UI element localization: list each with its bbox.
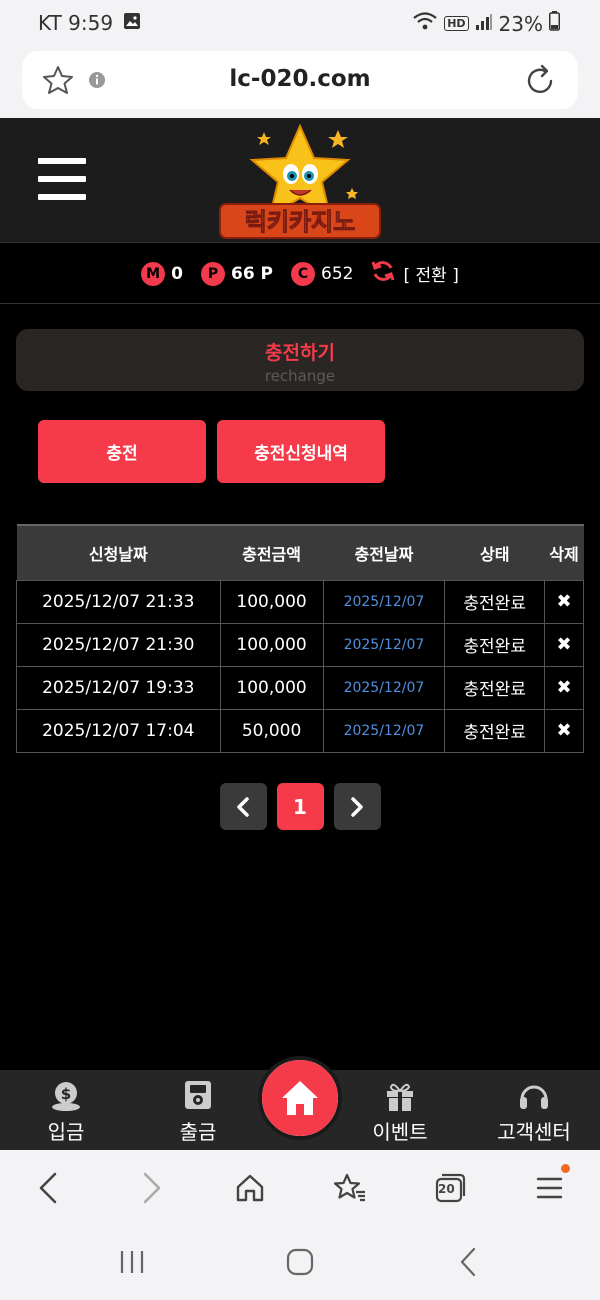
charge-history-button[interactable]: 충전신청내역 [217, 420, 385, 483]
cell-status: 충전완료 [444, 665, 546, 710]
url-text[interactable]: lc-020.com [22, 66, 578, 92]
table-row: 2025/12/07 21:30 100,000 2025/12/07 충전완료… [16, 622, 584, 667]
svg-text:$: $ [61, 1085, 71, 1103]
nav-support-label: 고객센터 [497, 1120, 571, 1144]
next-page-button[interactable] [333, 783, 381, 830]
coin-value: 652 [321, 263, 354, 284]
table-row: 2025/12/07 21:33 100,000 2025/12/07 충전완료… [16, 579, 584, 624]
section-title-box: 충전하기 rechange [16, 329, 584, 391]
cell-status: 충전완료 [444, 622, 546, 667]
system-navigation-bar [0, 1225, 600, 1300]
money-bag-icon: $ [6, 1076, 126, 1116]
coin-balance: C 652 [291, 261, 354, 286]
page-subtitle: rechange [264, 367, 336, 385]
system-back-icon[interactable] [458, 1247, 478, 1281]
coin-badge: C [291, 261, 316, 286]
point-badge: P [200, 261, 225, 286]
browser-bottom-toolbar: 20 [0, 1150, 600, 1225]
page-button-current[interactable]: 1 [276, 783, 324, 830]
chevron-left-icon [237, 796, 249, 817]
cell-amount: 100,000 [219, 622, 324, 667]
cell-request-date: 2025/12/07 21:30 [16, 622, 221, 667]
header-amount: 충전금액 [242, 544, 301, 564]
recent-apps-icon[interactable] [118, 1249, 146, 1279]
system-home-icon[interactable] [286, 1248, 314, 1280]
signal-icon [475, 12, 493, 36]
bookmarks-icon[interactable] [330, 1168, 370, 1208]
tabs-icon[interactable]: 20 [430, 1168, 470, 1208]
money-balance: M 0 [141, 261, 183, 286]
header-delete: 삭제 [549, 544, 579, 564]
cell-amount: 100,000 [219, 665, 324, 710]
cell-amount: 50,000 [219, 708, 324, 753]
prev-page-button[interactable] [219, 783, 267, 830]
charge-history-table: 신청날짜 충전금액 충전날짜 상태 삭제 2025/12/07 21:33 10… [16, 524, 584, 753]
cell-status: 충전완료 [444, 579, 546, 624]
gallery-icon [123, 11, 141, 35]
pagination: 1 [0, 783, 600, 830]
convert-link[interactable]: [ 전환 ] [403, 261, 458, 286]
cell-status: 충전완료 [444, 708, 546, 753]
cell-amount: 100,000 [219, 579, 324, 624]
table-row: 2025/12/07 17:04 50,000 2025/12/07 충전완료 … [16, 708, 584, 753]
menu-hamburger-icon[interactable] [38, 158, 86, 200]
cell-charge-date: 2025/12/07 [322, 622, 446, 667]
point-value: 66 P [230, 263, 274, 284]
nav-event-label: 이벤트 [372, 1120, 428, 1144]
wifi-icon [412, 11, 438, 36]
battery-level: 23% [498, 11, 543, 36]
site-logo[interactable]: 럭키카지노 [218, 122, 383, 240]
address-bar[interactable]: lc-020.com [22, 51, 578, 109]
refresh-icon[interactable] [371, 259, 395, 288]
hd-icon: HD [444, 16, 469, 31]
nav-withdraw-label: 출금 [179, 1120, 217, 1144]
status-time: KT 9:59 [38, 11, 114, 35]
header-status: 상태 [479, 544, 510, 564]
charge-button[interactable]: 충전 [38, 420, 206, 483]
header-request-date: 신청날짜 [88, 544, 148, 564]
back-icon[interactable] [28, 1168, 68, 1208]
svg-text:럭키카지노: 럭키카지노 [245, 208, 355, 236]
home-button[interactable] [258, 1056, 342, 1140]
delete-icon[interactable]: ✖ [544, 708, 584, 753]
delete-icon[interactable]: ✖ [544, 665, 584, 710]
reload-icon[interactable] [526, 64, 556, 100]
cell-request-date: 2025/12/07 19:33 [16, 665, 221, 710]
table-header-row: 신청날짜 충전금액 충전날짜 상태 삭제 [16, 525, 584, 580]
nav-deposit[interactable]: $ 입금 [6, 1076, 126, 1145]
nav-event[interactable]: 이벤트 [340, 1076, 460, 1145]
cell-charge-date: 2025/12/07 [322, 708, 446, 753]
nav-support[interactable]: 고객센터 [474, 1076, 594, 1145]
point-balance: P 66 P [200, 261, 274, 286]
points-bar: M 0 P 66 P C 652 [ 전환 ] [0, 244, 600, 304]
tab-count: 20 [438, 1182, 455, 1196]
notification-dot [561, 1164, 570, 1173]
gift-icon [340, 1076, 460, 1116]
site-header: 럭키카지노 [0, 118, 600, 243]
nav-withdraw[interactable]: 출금 [138, 1076, 258, 1145]
delete-icon[interactable]: ✖ [544, 579, 584, 624]
money-badge: M [141, 261, 166, 286]
browser-menu-icon[interactable] [530, 1164, 570, 1208]
money-value: 0 [171, 263, 183, 284]
cell-request-date: 2025/12/07 17:04 [16, 708, 221, 753]
battery-icon [549, 11, 560, 36]
home-icon [282, 1081, 318, 1115]
chevron-right-icon [351, 796, 363, 817]
home-browser-icon[interactable] [230, 1168, 270, 1208]
cell-charge-date: 2025/12/07 [322, 579, 446, 624]
forward-icon[interactable] [132, 1168, 172, 1208]
cell-request-date: 2025/12/07 21:33 [16, 579, 221, 624]
cell-charge-date: 2025/12/07 [322, 665, 446, 710]
status-bar: KT 9:59 HD 23% [0, 0, 600, 46]
header-charge-date: 충전날짜 [354, 544, 414, 564]
headset-icon [474, 1076, 594, 1116]
delete-icon[interactable]: ✖ [544, 622, 584, 667]
table-row: 2025/12/07 19:33 100,000 2025/12/07 충전완료… [16, 665, 584, 710]
page-title: 충전하기 [265, 342, 335, 364]
nav-deposit-label: 입금 [47, 1120, 85, 1144]
safe-icon [138, 1076, 258, 1116]
